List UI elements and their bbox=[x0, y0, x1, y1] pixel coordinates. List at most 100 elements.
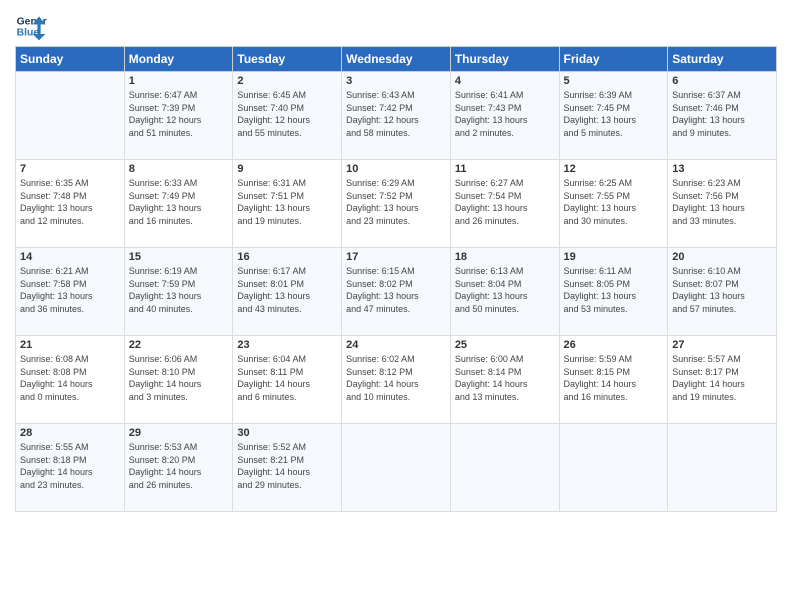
weekday-header-sunday: Sunday bbox=[16, 47, 125, 72]
calendar-cell: 7Sunrise: 6:35 AM Sunset: 7:48 PM Daylig… bbox=[16, 160, 125, 248]
day-content: Sunrise: 6:37 AM Sunset: 7:46 PM Dayligh… bbox=[672, 89, 772, 139]
day-number: 1 bbox=[129, 75, 229, 87]
day-content: Sunrise: 5:53 AM Sunset: 8:20 PM Dayligh… bbox=[129, 441, 229, 491]
calendar-cell: 24 Sunrise: 6:02 AM Sunset: 8:12 PM Dayli… bbox=[342, 336, 451, 424]
day-content: Sunrise: 6:02 AM Sunset: 8:12 PM Dayligh… bbox=[346, 353, 446, 403]
day-content: Sunrise: 6:29 AM Sunset: 7:52 PM Dayligh… bbox=[346, 177, 446, 227]
calendar-cell: 11 Sunrise: 6:27 AM Sunset: 7:54 PM Dayli… bbox=[450, 160, 559, 248]
week-row-4: 21 Sunrise: 6:08 AM Sunset: 8:08 PM Dayli… bbox=[16, 336, 777, 424]
calendar-cell: 28 Sunrise: 5:55 AM Sunset: 8:18 PM Dayli… bbox=[16, 424, 125, 512]
calendar-cell: 19 Sunrise: 6:11 AM Sunset: 8:05 PM Dayli… bbox=[559, 248, 668, 336]
calendar-cell: 22 Sunrise: 6:06 AM Sunset: 8:10 PM Dayli… bbox=[124, 336, 233, 424]
day-content: Sunrise: 6:25 AM Sunset: 7:55 PM Dayligh… bbox=[564, 177, 664, 227]
day-content: Sunrise: 5:59 AM Sunset: 8:15 PM Dayligh… bbox=[564, 353, 664, 403]
day-content: Sunrise: 5:52 AM Sunset: 8:21 PM Dayligh… bbox=[237, 441, 337, 491]
day-content: Sunrise: 6:13 AM Sunset: 8:04 PM Dayligh… bbox=[455, 265, 555, 315]
week-row-3: 14Sunrise: 6:21 AM Sunset: 7:58 PM Dayli… bbox=[16, 248, 777, 336]
day-number: 25 bbox=[455, 339, 555, 351]
day-number: 20 bbox=[672, 251, 772, 263]
week-row-5: 28 Sunrise: 5:55 AM Sunset: 8:18 PM Dayli… bbox=[16, 424, 777, 512]
calendar-cell: 3 Sunrise: 6:43 AM Sunset: 7:42 PM Daylig… bbox=[342, 72, 451, 160]
calendar-cell: 16 Sunrise: 6:17 AM Sunset: 8:01 PM Dayli… bbox=[233, 248, 342, 336]
calendar-cell: 13 Sunrise: 6:23 AM Sunset: 7:56 PM Dayli… bbox=[668, 160, 777, 248]
day-content: Sunrise: 6:15 AM Sunset: 8:02 PM Dayligh… bbox=[346, 265, 446, 315]
calendar-cell bbox=[559, 424, 668, 512]
weekday-header-saturday: Saturday bbox=[668, 47, 777, 72]
day-number: 6 bbox=[672, 75, 772, 87]
calendar-cell bbox=[16, 72, 125, 160]
day-content: Sunrise: 6:27 AM Sunset: 7:54 PM Dayligh… bbox=[455, 177, 555, 227]
day-content: Sunrise: 6:33 AM Sunset: 7:49 PM Dayligh… bbox=[129, 177, 229, 227]
day-number: 8 bbox=[129, 163, 229, 175]
day-content: Sunrise: 6:41 AM Sunset: 7:43 PM Dayligh… bbox=[455, 89, 555, 139]
day-content: Sunrise: 6:00 AM Sunset: 8:14 PM Dayligh… bbox=[455, 353, 555, 403]
calendar-cell: 1 Sunrise: 6:47 AM Sunset: 7:39 PM Daylig… bbox=[124, 72, 233, 160]
day-content: Sunrise: 6:43 AM Sunset: 7:42 PM Dayligh… bbox=[346, 89, 446, 139]
weekday-header-thursday: Thursday bbox=[450, 47, 559, 72]
logo: General Blue bbox=[15, 10, 47, 42]
calendar-cell: 26 Sunrise: 5:59 AM Sunset: 8:15 PM Dayli… bbox=[559, 336, 668, 424]
day-number: 13 bbox=[672, 163, 772, 175]
day-content: Sunrise: 6:17 AM Sunset: 8:01 PM Dayligh… bbox=[237, 265, 337, 315]
calendar-cell bbox=[342, 424, 451, 512]
day-content: Sunrise: 6:08 AM Sunset: 8:08 PM Dayligh… bbox=[20, 353, 120, 403]
calendar-cell bbox=[450, 424, 559, 512]
calendar-cell bbox=[668, 424, 777, 512]
day-content: Sunrise: 6:47 AM Sunset: 7:39 PM Dayligh… bbox=[129, 89, 229, 139]
calendar-cell: 12 Sunrise: 6:25 AM Sunset: 7:55 PM Dayli… bbox=[559, 160, 668, 248]
calendar-cell: 8 Sunrise: 6:33 AM Sunset: 7:49 PM Daylig… bbox=[124, 160, 233, 248]
day-number: 23 bbox=[237, 339, 337, 351]
day-number: 22 bbox=[129, 339, 229, 351]
day-number: 12 bbox=[564, 163, 664, 175]
calendar-cell: 15Sunrise: 6:19 AM Sunset: 7:59 PM Dayli… bbox=[124, 248, 233, 336]
calendar-cell: 29 Sunrise: 5:53 AM Sunset: 8:20 PM Dayli… bbox=[124, 424, 233, 512]
weekday-header-row: SundayMondayTuesdayWednesdayThursdayFrid… bbox=[16, 47, 777, 72]
weekday-header-tuesday: Tuesday bbox=[233, 47, 342, 72]
day-content: Sunrise: 6:31 AM Sunset: 7:51 PM Dayligh… bbox=[237, 177, 337, 227]
day-number: 24 bbox=[346, 339, 446, 351]
calendar-cell: 30 Sunrise: 5:52 AM Sunset: 8:21 PM Dayli… bbox=[233, 424, 342, 512]
day-content: Sunrise: 6:21 AM Sunset: 7:58 PM Dayligh… bbox=[20, 265, 120, 315]
calendar-cell: 9 Sunrise: 6:31 AM Sunset: 7:51 PM Daylig… bbox=[233, 160, 342, 248]
day-number: 11 bbox=[455, 163, 555, 175]
logo-icon: General Blue bbox=[15, 10, 47, 42]
day-number: 26 bbox=[564, 339, 664, 351]
calendar-cell: 6 Sunrise: 6:37 AM Sunset: 7:46 PM Daylig… bbox=[668, 72, 777, 160]
day-number: 28 bbox=[20, 427, 120, 439]
day-number: 16 bbox=[237, 251, 337, 263]
day-content: Sunrise: 6:45 AM Sunset: 7:40 PM Dayligh… bbox=[237, 89, 337, 139]
day-number: 18 bbox=[455, 251, 555, 263]
day-content: Sunrise: 6:04 AM Sunset: 8:11 PM Dayligh… bbox=[237, 353, 337, 403]
weekday-header-wednesday: Wednesday bbox=[342, 47, 451, 72]
calendar-cell: 4Sunrise: 6:41 AM Sunset: 7:43 PM Daylig… bbox=[450, 72, 559, 160]
calendar-cell: 27Sunrise: 5:57 AM Sunset: 8:17 PM Dayli… bbox=[668, 336, 777, 424]
day-number: 2 bbox=[237, 75, 337, 87]
calendar-cell: 23 Sunrise: 6:04 AM Sunset: 8:11 PM Dayli… bbox=[233, 336, 342, 424]
day-content: Sunrise: 6:10 AM Sunset: 8:07 PM Dayligh… bbox=[672, 265, 772, 315]
day-content: Sunrise: 6:35 AM Sunset: 7:48 PM Dayligh… bbox=[20, 177, 120, 227]
weekday-header-monday: Monday bbox=[124, 47, 233, 72]
day-content: Sunrise: 6:06 AM Sunset: 8:10 PM Dayligh… bbox=[129, 353, 229, 403]
page-container: General Blue SundayMondayTuesdayWednesda… bbox=[0, 0, 792, 522]
day-number: 21 bbox=[20, 339, 120, 351]
day-content: Sunrise: 6:39 AM Sunset: 7:45 PM Dayligh… bbox=[564, 89, 664, 139]
day-content: Sunrise: 6:11 AM Sunset: 8:05 PM Dayligh… bbox=[564, 265, 664, 315]
day-number: 9 bbox=[237, 163, 337, 175]
day-content: Sunrise: 6:23 AM Sunset: 7:56 PM Dayligh… bbox=[672, 177, 772, 227]
day-number: 27 bbox=[672, 339, 772, 351]
day-number: 3 bbox=[346, 75, 446, 87]
day-number: 30 bbox=[237, 427, 337, 439]
calendar-cell: 18 Sunrise: 6:13 AM Sunset: 8:04 PM Dayli… bbox=[450, 248, 559, 336]
calendar-cell: 14Sunrise: 6:21 AM Sunset: 7:58 PM Dayli… bbox=[16, 248, 125, 336]
calendar-cell: 25 Sunrise: 6:00 AM Sunset: 8:14 PM Dayli… bbox=[450, 336, 559, 424]
day-content: Sunrise: 6:19 AM Sunset: 7:59 PM Dayligh… bbox=[129, 265, 229, 315]
day-number: 29 bbox=[129, 427, 229, 439]
day-content: Sunrise: 5:55 AM Sunset: 8:18 PM Dayligh… bbox=[20, 441, 120, 491]
week-row-1: 1 Sunrise: 6:47 AM Sunset: 7:39 PM Daylig… bbox=[16, 72, 777, 160]
day-number: 17 bbox=[346, 251, 446, 263]
calendar-cell: 20 Sunrise: 6:10 AM Sunset: 8:07 PM Dayli… bbox=[668, 248, 777, 336]
week-row-2: 7Sunrise: 6:35 AM Sunset: 7:48 PM Daylig… bbox=[16, 160, 777, 248]
day-number: 5 bbox=[564, 75, 664, 87]
day-number: 19 bbox=[564, 251, 664, 263]
calendar-cell: 2 Sunrise: 6:45 AM Sunset: 7:40 PM Daylig… bbox=[233, 72, 342, 160]
